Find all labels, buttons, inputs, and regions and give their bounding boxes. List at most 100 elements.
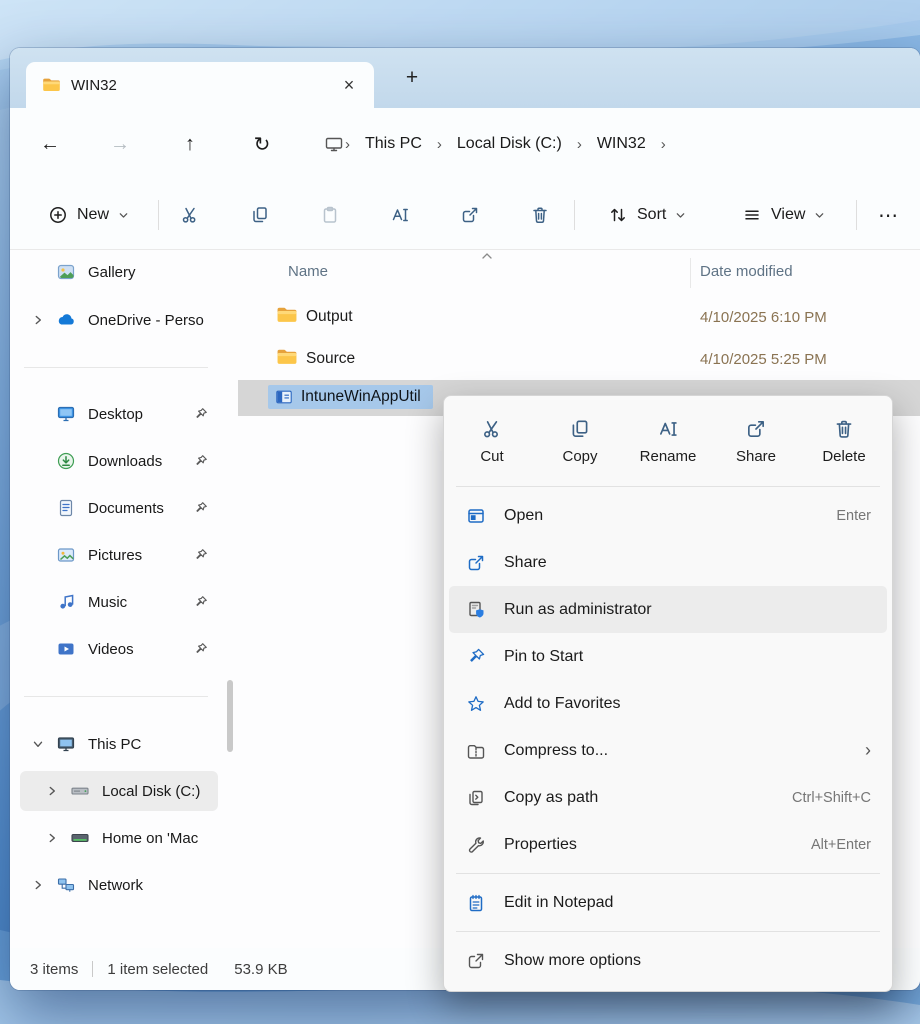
- file-row-output[interactable]: Output 4/10/2025 6:10 PM: [238, 296, 920, 338]
- onedrive-icon: [56, 310, 76, 330]
- column-header-date-modified[interactable]: Date modified: [700, 263, 793, 280]
- sidebar-item-videos[interactable]: Videos: [20, 629, 218, 669]
- sidebar-item-label: Documents: [88, 500, 164, 517]
- sidebar-item-pictures[interactable]: Pictures: [20, 535, 218, 575]
- star-icon: [465, 694, 487, 714]
- menu-shortcut: Enter: [836, 508, 871, 524]
- breadcrumb-chevron-icon[interactable]: ›: [660, 136, 667, 153]
- pin-icon: [193, 548, 208, 563]
- back-button[interactable]: ←: [32, 126, 68, 162]
- sidebar-item-onedrive[interactable]: OneDrive - Perso: [20, 300, 218, 340]
- menu-item-share[interactable]: Share: [449, 539, 887, 586]
- view-button[interactable]: View: [732, 195, 835, 235]
- cut-button[interactable]: Cut: [448, 401, 536, 481]
- copy-as-path-icon: [465, 788, 487, 808]
- breadcrumb-chevron-icon[interactable]: ›: [344, 136, 351, 153]
- share-button[interactable]: [448, 193, 492, 237]
- more-options-button[interactable]: ⋯: [866, 193, 910, 237]
- menu-shortcut: Alt+Enter: [811, 837, 871, 853]
- quick-action-label: Share: [736, 448, 776, 465]
- context-menu: Cut Copy Rename: [443, 395, 893, 992]
- menu-divider: [456, 486, 880, 487]
- tab-title: WIN32: [71, 77, 117, 94]
- column-divider[interactable]: [690, 258, 691, 288]
- this-pc-icon: [56, 734, 76, 754]
- close-tab-icon[interactable]: ×: [336, 72, 362, 98]
- pin-icon: [465, 647, 487, 667]
- pin-icon: [193, 454, 208, 469]
- menu-item-pin-to-start[interactable]: Pin to Start: [449, 633, 887, 680]
- chevron-down-icon[interactable]: [30, 736, 46, 752]
- music-icon: [56, 592, 76, 612]
- chevron-right-icon[interactable]: [30, 312, 46, 328]
- submenu-chevron-icon: ›: [865, 740, 871, 761]
- sidebar-scrollbar[interactable]: [227, 680, 233, 752]
- cut-icon: [180, 205, 200, 225]
- column-header-name[interactable]: Name: [288, 263, 328, 280]
- new-tab-button[interactable]: +: [396, 62, 428, 94]
- sidebar-item-network[interactable]: Network: [20, 865, 218, 905]
- sidebar-item-music[interactable]: Music: [20, 582, 218, 622]
- address-bar[interactable]: › This PC › Local Disk (C:) › WIN32 ›: [306, 122, 910, 166]
- menu-divider: [456, 931, 880, 932]
- view-icon: [742, 205, 762, 225]
- chevron-right-icon[interactable]: [44, 830, 60, 846]
- menu-item-compress-to[interactable]: Compress to... ›: [449, 727, 887, 774]
- menu-item-label: Edit in Notepad: [504, 894, 613, 912]
- menu-item-label: Share: [504, 554, 547, 572]
- chevron-right-icon[interactable]: [30, 877, 46, 893]
- chevron-placeholder: [30, 594, 46, 610]
- sidebar-item-desktop[interactable]: Desktop: [20, 394, 218, 434]
- quick-actions-row: Cut Copy Rename: [448, 401, 888, 481]
- delete-button[interactable]: Delete: [800, 401, 888, 481]
- menu-item-show-more-options[interactable]: Show more options: [449, 937, 887, 984]
- sidebar-item-home-on-mac[interactable]: Home on 'Mac: [20, 818, 218, 858]
- file-name: Source: [306, 350, 355, 368]
- compress-zip-icon: [465, 741, 487, 761]
- breadcrumb-local-disk[interactable]: Local Disk (C:): [443, 135, 576, 153]
- toolbar-divider: [574, 200, 575, 230]
- notepad-icon: [465, 893, 487, 913]
- sidebar-item-label: This PC: [88, 736, 141, 753]
- status-selection-size: 53.9 KB: [234, 961, 287, 978]
- breadcrumb-chevron-icon[interactable]: ›: [576, 136, 583, 153]
- sidebar-item-downloads[interactable]: Downloads: [20, 441, 218, 481]
- sidebar-item-label: Gallery: [88, 264, 136, 281]
- menu-item-run-as-administrator[interactable]: Run as administrator: [449, 586, 887, 633]
- cut-button[interactable]: [168, 193, 212, 237]
- file-row-source[interactable]: Source 4/10/2025 5:25 PM: [238, 338, 920, 380]
- tab-win32[interactable]: WIN32 ×: [26, 62, 374, 108]
- rename-button[interactable]: Rename: [624, 401, 712, 481]
- sort-button[interactable]: Sort: [598, 195, 696, 235]
- breadcrumb-this-pc[interactable]: This PC: [351, 135, 436, 153]
- menu-item-edit-in-notepad[interactable]: Edit in Notepad: [449, 879, 887, 926]
- copy-icon: [250, 205, 270, 225]
- breadcrumb-win32[interactable]: WIN32: [583, 135, 660, 153]
- chevron-right-icon[interactable]: [44, 783, 60, 799]
- copy-button[interactable]: [238, 193, 282, 237]
- sidebar-item-documents[interactable]: Documents: [20, 488, 218, 528]
- share-button[interactable]: Share: [712, 401, 800, 481]
- menu-item-add-to-favorites[interactable]: Add to Favorites: [449, 680, 887, 727]
- forward-button[interactable]: →: [102, 126, 138, 162]
- delete-button[interactable]: [518, 193, 562, 237]
- selected-file-label[interactable]: IntuneWinAppUtil: [268, 385, 433, 409]
- menu-item-open[interactable]: Open Enter: [449, 492, 887, 539]
- rename-button[interactable]: [378, 193, 422, 237]
- sidebar-item-this-pc[interactable]: This PC: [20, 724, 218, 764]
- new-button[interactable]: New: [36, 195, 141, 235]
- rename-icon: [657, 418, 679, 440]
- paste-button[interactable]: [308, 193, 352, 237]
- sidebar-item-label: Downloads: [88, 453, 162, 470]
- copy-button[interactable]: Copy: [536, 401, 624, 481]
- sidebar-item-gallery[interactable]: Gallery: [20, 252, 218, 292]
- list-header: Name Date modified: [238, 250, 920, 294]
- sidebar-item-local-disk[interactable]: Local Disk (C:): [20, 771, 218, 811]
- pin-icon: [193, 642, 208, 657]
- breadcrumb-chevron-icon[interactable]: ›: [436, 136, 443, 153]
- up-button[interactable]: ↑: [172, 126, 208, 162]
- menu-item-properties[interactable]: Properties Alt+Enter: [449, 821, 887, 868]
- quick-action-label: Copy: [562, 448, 597, 465]
- refresh-button[interactable]: ↻: [244, 126, 280, 162]
- menu-item-copy-as-path[interactable]: Copy as path Ctrl+Shift+C: [449, 774, 887, 821]
